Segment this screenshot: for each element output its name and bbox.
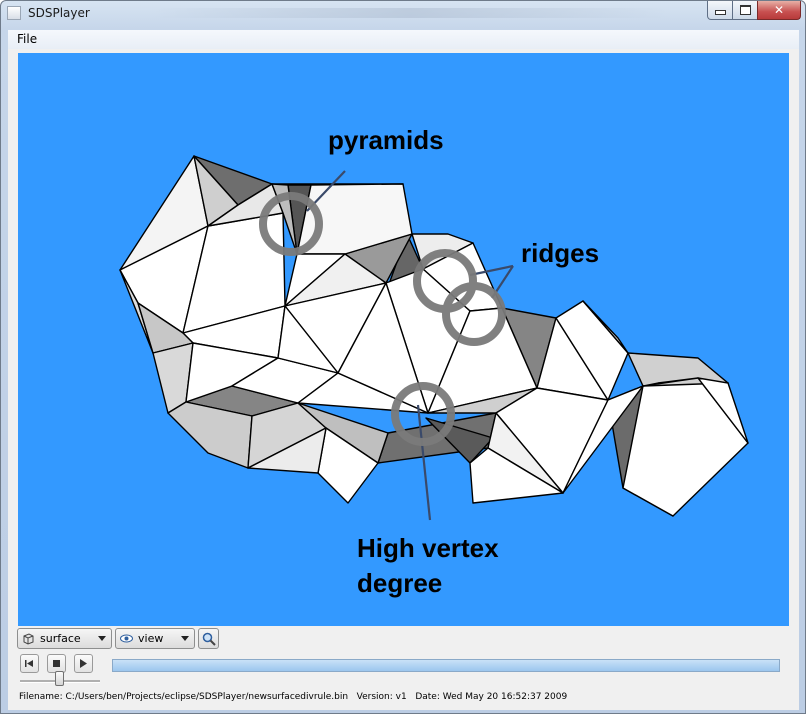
surface-icon — [23, 633, 34, 645]
status-bar: Filename: C:/Users/ben/Projects/eclipse/… — [19, 692, 567, 702]
view-select[interactable]: view — [115, 628, 195, 649]
3d-viewport[interactable]: pyramids ridges High vertex degree — [18, 53, 789, 626]
skip-back-button[interactable] — [20, 654, 39, 673]
menu-file[interactable]: File — [17, 32, 37, 46]
eye-icon — [120, 634, 133, 643]
zoom-icon — [202, 632, 216, 646]
playback-controls — [20, 653, 790, 675]
title-bar-decoration — [151, 8, 671, 18]
zoom-button[interactable] — [198, 628, 219, 649]
version-label: Version: — [356, 692, 393, 702]
version-value: v1 — [395, 692, 407, 702]
surface-select[interactable]: surface — [17, 628, 112, 649]
menu-bar: File — [8, 30, 799, 49]
filename-label: Filename: — [19, 692, 63, 702]
surface-select-value: surface — [40, 632, 81, 645]
stop-icon — [53, 660, 60, 667]
date-label: Date: — [415, 692, 440, 702]
chevron-down-icon — [98, 636, 106, 641]
playback-progress-bar[interactable] — [112, 659, 780, 672]
minimize-button[interactable] — [707, 1, 733, 20]
speed-slider-thumb[interactable] — [55, 671, 64, 686]
maximize-icon — [739, 5, 751, 15]
window-title: SDSPlayer — [28, 6, 90, 20]
window-app-icon — [7, 6, 21, 20]
app-window: SDSPlayer ✕ File pyramids ridges High ve… — [0, 0, 806, 714]
annotation-pyramids: pyramids — [328, 125, 444, 155]
play-icon — [80, 659, 87, 668]
toolbar: surface view — [17, 628, 417, 652]
filename-value: C:/Users/ben/Projects/eclipse/SDSPlayer/… — [65, 692, 349, 702]
client-area: pyramids ridges High vertex degree surfa… — [8, 49, 799, 710]
close-icon: ✕ — [773, 3, 785, 17]
annotation-degree: degree — [357, 568, 442, 598]
play-button[interactable] — [74, 654, 93, 673]
chevron-down-icon — [181, 636, 189, 641]
title-bar[interactable]: SDSPlayer ✕ — [1, 1, 805, 27]
view-select-value: view — [138, 632, 164, 645]
date-value: Wed May 20 16:52:37 2009 — [442, 692, 568, 702]
annotation-ridges: ridges — [521, 238, 599, 268]
minimize-icon — [714, 10, 726, 15]
maximize-button[interactable] — [732, 1, 758, 20]
annotation-high-vertex: High vertex — [357, 533, 499, 563]
close-button[interactable]: ✕ — [757, 1, 801, 20]
surface-render: pyramids ridges High vertex degree — [119, 125, 749, 598]
skip-back-icon — [25, 660, 33, 667]
